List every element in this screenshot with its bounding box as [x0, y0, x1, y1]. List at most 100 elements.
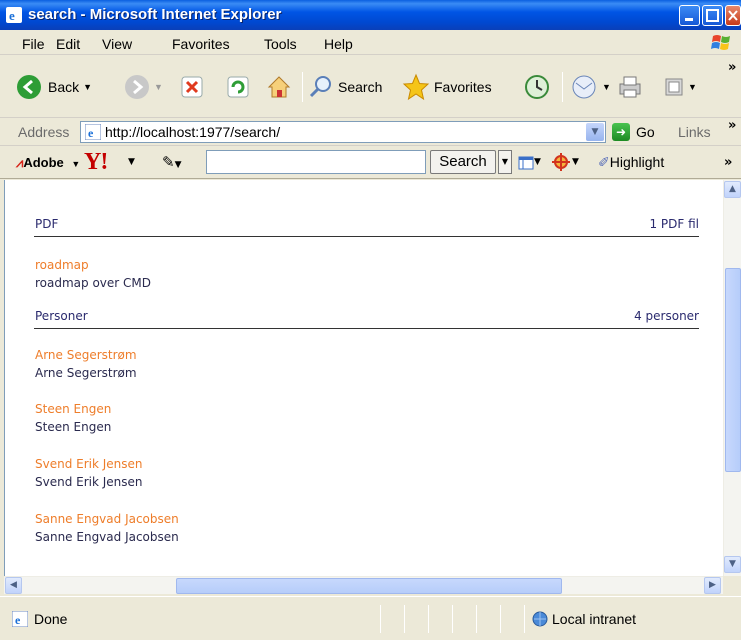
result-link[interactable]: Arne Segerstrøm [35, 348, 137, 362]
links-label[interactable]: Links [678, 124, 711, 140]
vertical-scroll-thumb[interactable] [725, 268, 741, 472]
toolbar-overflow-chevron[interactable]: » [728, 60, 736, 75]
yahoo-search-button[interactable]: Search [430, 150, 496, 174]
back-button[interactable]: Back ▼ [16, 70, 92, 104]
status-divider [524, 605, 525, 633]
menu-tools[interactable]: Tools [264, 36, 297, 52]
history-icon [525, 75, 549, 99]
address-input[interactable]: e http://localhost:1977/search/ ▼ [80, 121, 606, 143]
address-dropdown-icon[interactable]: ▼ [586, 123, 604, 141]
scrollbar-corner [723, 576, 741, 594]
highlight-button[interactable]: ✐Highlight [598, 154, 664, 171]
status-bar: e Done Local intranet [0, 596, 741, 640]
dropdown-arrow-icon: ▼ [688, 82, 697, 92]
dropdown-arrow-icon[interactable]: ▼ [572, 157, 579, 167]
back-arrow-icon [17, 75, 41, 99]
yahoo-search-dropdown[interactable]: ▼ [498, 150, 512, 174]
intranet-zone-icon [532, 611, 548, 627]
menu-favorites[interactable]: Favorites [172, 36, 230, 52]
print-icon [619, 76, 641, 98]
highlighter-icon: ✐ [598, 154, 610, 170]
toolbar-separator [562, 72, 563, 102]
maximize-button[interactable] [702, 5, 723, 26]
menu-bar: File Edit View Favorites Tools Help [0, 30, 741, 55]
yahoo-toolbar: ⩘Adobe ▼ Y! ▼ ✎▼ Search ▼ ▼ ▼ ✐Highlight… [0, 147, 741, 179]
yahoo-search-input[interactable] [206, 150, 426, 174]
mail-icon [572, 75, 596, 99]
dropdown-arrow-icon: ▼ [71, 159, 81, 169]
result-link[interactable]: roadmap [35, 258, 89, 272]
menu-help[interactable]: Help [324, 36, 353, 52]
menu-edit[interactable]: Edit [56, 36, 80, 52]
result-link[interactable]: Steen Engen [35, 402, 111, 416]
highlight-label: Highlight [609, 154, 665, 170]
status-divider [476, 605, 477, 633]
scroll-up-icon[interactable]: ▲ [724, 181, 741, 198]
window-title: search - Microsoft Internet Explorer [28, 6, 282, 23]
result-link[interactable]: Svend Erik Jensen [35, 457, 143, 471]
edit-icon [665, 78, 683, 96]
scroll-left-icon[interactable]: ◀ [5, 577, 22, 594]
search-label: Search [338, 79, 383, 95]
yahoo-overflow-chevron[interactable]: » [724, 155, 732, 170]
minimize-button[interactable] [679, 5, 700, 26]
security-zone: Local intranet [552, 611, 637, 627]
dropdown-arrow-icon[interactable]: ▼ [128, 157, 135, 167]
maximize-icon [706, 9, 719, 22]
status-divider [428, 605, 429, 633]
layout-icon[interactable] [518, 155, 534, 171]
close-button[interactable] [725, 5, 741, 26]
favorites-label: Favorites [434, 79, 492, 95]
go-button[interactable]: ➜ Go [612, 122, 655, 142]
refresh-button[interactable] [226, 70, 250, 104]
adobe-label: Adobe [23, 155, 64, 170]
menu-file[interactable]: File [22, 36, 45, 52]
minimize-icon [685, 18, 693, 21]
status-divider [380, 605, 381, 633]
dropdown-arrow-icon: ▼ [602, 82, 611, 92]
yahoo-logo[interactable]: Y! [84, 149, 108, 176]
ie-page-icon: e [85, 124, 101, 140]
stop-button[interactable] [180, 70, 204, 104]
horizontal-scroll-thumb[interactable] [176, 578, 562, 594]
history-button[interactable] [524, 70, 550, 104]
links-overflow-chevron[interactable]: » [728, 118, 736, 133]
dropdown-arrow-icon[interactable]: ▼ [534, 157, 541, 167]
menu-view[interactable]: View [102, 36, 132, 52]
section-title: Personer [35, 309, 88, 323]
edit-page-button[interactable]: ▼ [664, 70, 697, 104]
section-count: 1 PDF fil [649, 217, 699, 231]
result-description: Sanne Engvad Jacobsen [35, 530, 179, 544]
search-button[interactable]: Search [308, 70, 382, 104]
adobe-menu[interactable]: ⩘Adobe ▼ [16, 155, 80, 171]
section-header-personer: Personer 4 personer [34, 307, 699, 329]
mail-button[interactable]: ▼ [570, 70, 611, 104]
title-bar: e search - Microsoft Internet Explorer [0, 0, 741, 30]
windows-flag-icon [711, 35, 730, 50]
favorites-button[interactable]: Favorites [402, 70, 492, 104]
result-link[interactable]: Sanne Engvad Jacobsen [35, 512, 179, 526]
vertical-scrollbar[interactable]: ▲ ▼ [723, 180, 741, 576]
favorites-star-icon [402, 73, 430, 101]
status-text: Done [34, 611, 68, 627]
search-icon [309, 76, 331, 98]
crosshair-icon[interactable] [552, 153, 570, 171]
forward-button[interactable]: ▼ [124, 70, 163, 104]
page-done-icon: e [12, 611, 28, 627]
section-title: PDF [35, 217, 59, 231]
dropdown-arrow-icon: ▼ [154, 82, 163, 92]
pencil-icon[interactable]: ✎▼ [162, 153, 182, 171]
result-description: Steen Engen [35, 420, 112, 434]
stop-icon [181, 76, 203, 98]
home-button[interactable] [266, 70, 292, 104]
status-divider [500, 605, 501, 633]
page-content: PDF 1 PDF fil roadmap roadmap over CMD P… [4, 180, 723, 576]
status-divider [452, 605, 453, 633]
home-icon [267, 76, 291, 98]
horizontal-scrollbar[interactable]: ◀ ▶ [4, 576, 723, 594]
scroll-right-icon[interactable]: ▶ [704, 577, 721, 594]
scroll-down-icon[interactable]: ▼ [724, 556, 741, 573]
go-label: Go [636, 124, 655, 140]
print-button[interactable] [616, 70, 644, 104]
section-count: 4 personer [634, 309, 699, 323]
